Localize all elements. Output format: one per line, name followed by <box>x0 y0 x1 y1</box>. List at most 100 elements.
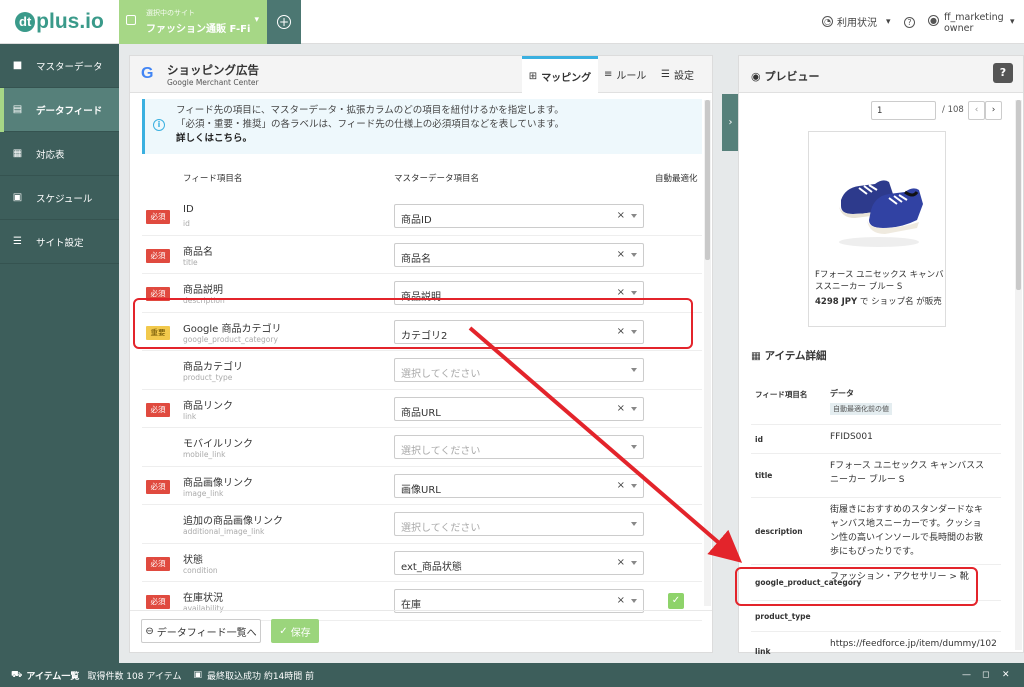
chevron-down-icon <box>631 445 637 449</box>
product-image <box>839 180 923 247</box>
collapse-preview-button[interactable]: › <box>722 94 739 151</box>
field-key: additional_image_link <box>183 527 265 536</box>
required-badge: 必須 <box>146 402 170 417</box>
auto-optimize-checkbox[interactable]: ✓ <box>668 593 684 609</box>
mapping-panel: G ショッピング広告 Google Merchant Center ⊞ マッピング… <box>129 55 713 653</box>
clear-icon[interactable]: × <box>617 403 625 414</box>
tab-label: 設定 <box>673 71 694 82</box>
detail-value: https://feedforce.jp/item/dummy/102 <box>830 639 997 649</box>
restore-icon[interactable]: ◻ <box>982 670 989 680</box>
next-page-button[interactable]: › <box>985 101 1002 120</box>
sidebar-item-data-feed[interactable]: ▤ データフィード <box>0 88 119 132</box>
user-role: owner <box>944 23 974 34</box>
chevron-left-icon: ‹ <box>974 105 979 115</box>
minimize-icon[interactable]: — <box>962 670 971 680</box>
scrollbar[interactable] <box>704 100 711 606</box>
master-field-select[interactable]: 商品URL × <box>394 396 644 421</box>
field-name: モバイルリンク <box>183 439 253 450</box>
site-selector[interactable]: 選択中のサイト ファッション通販 F-Fi ▾ <box>119 0 267 44</box>
detail-key: link <box>755 647 771 656</box>
top-bar: dt plus.io 選択中のサイト ファッション通販 F-Fi ▾ + ◔ 利用… <box>0 0 1024 44</box>
chevron-down-icon <box>631 560 637 565</box>
scrollbar-thumb[interactable] <box>1016 100 1021 290</box>
scrollbar[interactable] <box>1015 100 1022 650</box>
clear-icon[interactable]: × <box>617 480 625 491</box>
help-button[interactable]: ? <box>904 15 915 28</box>
save-button[interactable]: ✓ 保存 <box>271 619 319 643</box>
close-icon[interactable]: ✕ <box>1002 670 1010 680</box>
plus-circle-icon: + <box>277 15 291 29</box>
chevron-down-icon <box>631 252 637 257</box>
table-row: 必須 状態 condition ext_商品状態 × <box>142 544 702 582</box>
preview-header: ◉ プレビュー ? <box>739 56 1023 93</box>
master-field-select[interactable]: 選択してください <box>394 512 644 536</box>
product-price: 4298 JPY <box>815 297 858 307</box>
sidebar-item-schedule[interactable]: ▣ スケジュール <box>0 176 119 220</box>
scrollbar-thumb[interactable] <box>705 100 710 260</box>
master-field-select[interactable]: 選択してください <box>394 435 644 459</box>
sidebar-item-label: 対応表 <box>36 149 65 161</box>
usage-menu[interactable]: ◔ 利用状況 ▾ <box>822 14 891 29</box>
arrow-left-circle-icon: ⊖ <box>145 625 154 637</box>
calendar-icon: ▣ <box>12 192 23 203</box>
clear-icon[interactable]: × <box>617 287 625 298</box>
add-site-button[interactable]: + <box>267 0 301 44</box>
info-link[interactable]: 詳しくはこちら。 <box>176 132 702 146</box>
clear-icon[interactable]: × <box>617 557 625 568</box>
master-field-select[interactable]: 商品ID × <box>394 204 644 228</box>
tab-settings[interactable]: ☰ 設定 <box>661 56 694 93</box>
field-key: title <box>183 257 198 267</box>
clear-icon[interactable]: × <box>617 210 625 221</box>
app-logo[interactable]: dt plus.io <box>0 0 119 44</box>
sidebar-item-master-data[interactable]: ■ マスターデータ <box>0 44 119 88</box>
page-number-input[interactable]: 1 <box>871 101 936 120</box>
last-import-status: 最終取込成功 約14時間 前 <box>206 671 315 682</box>
sidebar-item-site-settings[interactable]: ☰ サイト設定 <box>0 220 119 264</box>
master-field-select[interactable]: 画像URL × <box>394 473 644 498</box>
question-icon: ? <box>904 17 915 28</box>
document-icon: ▤ <box>12 104 23 115</box>
prev-page-button[interactable]: ‹ <box>968 101 985 120</box>
sliders-icon: ☰ <box>13 236 22 247</box>
field-key: condition <box>183 565 218 575</box>
chevron-down-icon: ▾ <box>1010 17 1015 27</box>
master-field-select[interactable]: 選択してください <box>394 358 644 382</box>
select-value: 選択してください <box>401 369 481 380</box>
master-field-select[interactable]: ext_商品状態 × <box>394 550 644 575</box>
column-header-auto: 自動最適化 <box>655 174 698 184</box>
field-name: 在庫状況 <box>183 593 223 604</box>
preview-title: ◉ プレビュー <box>751 68 819 84</box>
info-box: i フィード先の項目に、マスターデータ・拡張カラムのどの項目を紐付けるかを指定し… <box>142 99 702 154</box>
highlight-box-mapping <box>133 298 693 349</box>
detail-col-value: データ <box>830 389 854 398</box>
required-badge: 必須 <box>146 556 170 571</box>
info-text: フィード先の項目に、マスターデータ・拡張カラムのどの項目を紐付けるかを指定します… <box>176 105 564 116</box>
detail-row: description 街履きにおすすめのスタンダードなキャンバス地スニーカーで… <box>751 498 1001 565</box>
auto-optimize-tag: 自動最適化前の値 <box>830 403 892 415</box>
chevron-down-icon <box>631 483 637 488</box>
table-row: 必須 商品リンク link 商品URL × <box>142 390 702 428</box>
field-name: 状態 <box>183 554 203 566</box>
chevron-down-icon <box>631 599 637 603</box>
gauge-icon: ◔ <box>822 16 833 27</box>
field-key: id <box>183 219 190 228</box>
clear-icon[interactable]: × <box>617 249 625 260</box>
panel-header: G ショッピング広告 Google Merchant Center ⊞ マッピング… <box>130 56 712 93</box>
tab-label: ルール <box>616 71 647 82</box>
items-list-link[interactable]: アイテム一覧 <box>26 669 79 682</box>
chevron-down-icon <box>631 522 637 526</box>
sidebar-item-mapping-table[interactable]: ▦ 対応表 <box>0 132 119 176</box>
table-row: 必須 商品画像リンク image_link 画像URL × <box>142 467 702 505</box>
master-field-select[interactable]: 商品名 × <box>394 242 644 267</box>
folder-icon: ■ <box>12 60 23 71</box>
sidebar-item-label: マスターデータ <box>36 61 103 73</box>
back-to-feeds-button[interactable]: ⊖ データフィード一覧へ <box>141 619 261 643</box>
panel-footer: ⊖ データフィード一覧へ ✓ 保存 <box>130 610 712 653</box>
clear-icon[interactable]: × <box>617 595 625 606</box>
tab-rules[interactable]: ≡ ルール <box>604 56 646 93</box>
select-value: 商品名 <box>401 253 431 265</box>
detail-value: 街履きにおすすめのスタンダードなキャンバス地スニーカーです。クッション性の高いイ… <box>830 505 984 557</box>
help-button[interactable]: ? <box>993 63 1013 83</box>
tab-mapping[interactable]: ⊞ マッピング <box>522 56 598 93</box>
user-menu[interactable]: ● ff_marketing owner ▾ <box>928 12 1015 34</box>
